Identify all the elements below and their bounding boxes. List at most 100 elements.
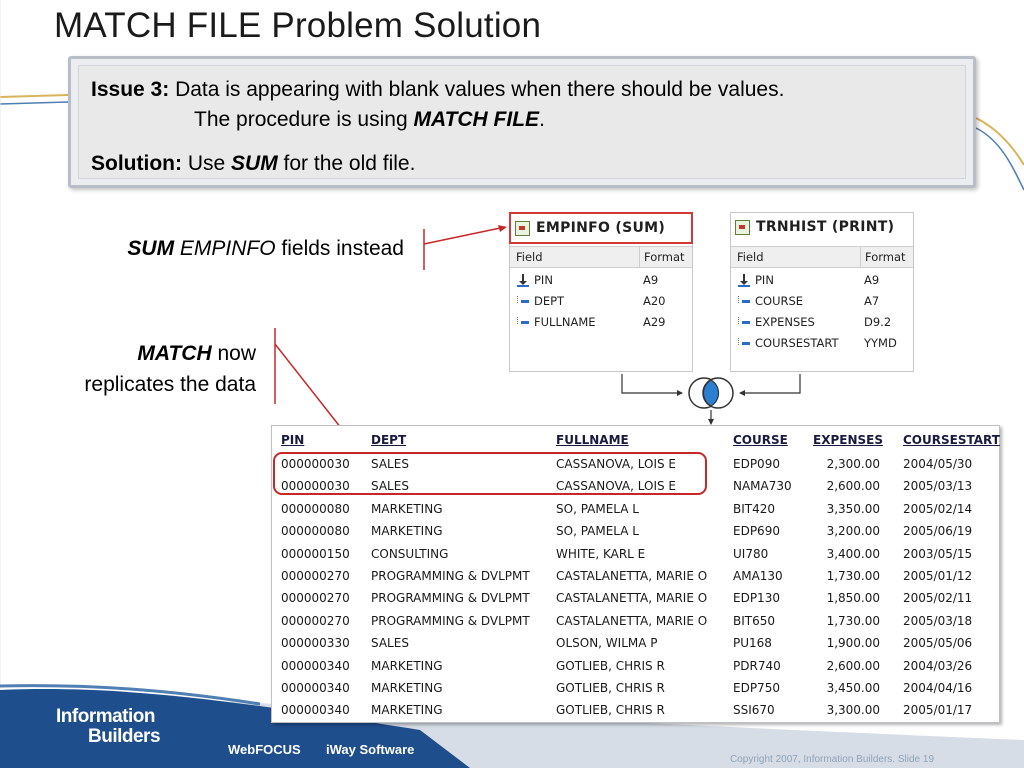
table-row: 000000080 MARKETING SO, PAMELA L BIT420 3,35… xyxy=(272,498,999,520)
field-row[interactable]: FULLNAME A29 xyxy=(510,312,692,333)
solution-line: Solution: Use SUM for the old file. xyxy=(91,152,415,176)
highlight-duplicate-rows xyxy=(273,452,707,495)
fullname-cell: CASTALANETTA, MARIE O xyxy=(556,613,708,628)
table-row: 000000270 PROGRAMMING & DVLPMT CASTALANETT… xyxy=(272,610,999,632)
issue-callout-inner: Issue 3: Data is appearing with blank va… xyxy=(78,65,966,179)
dept-cell: CONSULTING xyxy=(371,546,449,561)
field-icon xyxy=(517,316,531,328)
field-row[interactable]: EXPENSES D9.2 xyxy=(731,312,913,333)
fullname-cell: CASTALANETTA, MARIE O xyxy=(556,569,708,583)
fullname-cell: SO, PAMELA L xyxy=(556,501,639,516)
annotation-sum-empinfo: SUM EMPINFO fields instead xyxy=(127,237,404,261)
field-row[interactable]: DEPT A20 xyxy=(510,291,692,312)
product-webfocus: WebFOCUS xyxy=(228,742,301,757)
expenses-cell: 3,400.00 xyxy=(826,546,880,561)
dept-cell: PROGRAMMING & DVLPMT xyxy=(371,591,530,606)
copyright-text: Copyright 2007, Information Builders. Sl… xyxy=(730,754,935,765)
field-name: PIN xyxy=(755,273,774,287)
report-header-dept[interactable]: DEPT xyxy=(371,433,406,447)
field-icon xyxy=(738,295,752,307)
field-icon xyxy=(517,295,531,307)
dept-cell: MARKETING xyxy=(371,524,443,539)
course-cell: EDP130 xyxy=(733,591,780,606)
format-column-header: Format xyxy=(860,247,906,267)
key-field-icon xyxy=(738,274,752,287)
pin-cell: 000000150 xyxy=(281,546,350,561)
solution-em: SUM xyxy=(231,152,278,175)
field-format: A29 xyxy=(643,315,666,329)
annotation-sum-word: SUM xyxy=(127,237,175,260)
pin-cell: 000000080 xyxy=(281,501,350,516)
field-row[interactable]: PIN A9 xyxy=(510,270,692,291)
issue-text-2-post: . xyxy=(539,108,545,131)
report-header-row: PIN DEPT FULLNAME COURSE EXPENSES COURSE… xyxy=(272,433,1000,449)
dept-cell: MARKETING xyxy=(371,501,443,516)
course-cell: BIT650 xyxy=(733,613,776,628)
expenses-cell: 1,850.00 xyxy=(826,591,880,606)
course-cell: BIT420 xyxy=(733,501,776,516)
dept-cell: PROGRAMMING & DVLPMT xyxy=(371,613,530,628)
fullname-cell: OLSON, WILMA P xyxy=(556,636,658,651)
course-cell: EDP690 xyxy=(733,524,780,539)
report-header-coursestart[interactable]: COURSESTART xyxy=(903,433,1000,447)
field-format: YYMD xyxy=(864,336,897,350)
field-column-header: Field xyxy=(737,250,764,264)
key-field-icon xyxy=(517,274,531,287)
field-row[interactable]: PIN A9 xyxy=(731,270,913,291)
table-row: 000000270 PROGRAMMING & DVLPMT CASTALANETT… xyxy=(272,587,999,609)
pin-cell: 000000080 xyxy=(281,524,350,539)
table-row: 000000330 SALES OLSON, WILMA P PU168 1,900.0… xyxy=(272,632,999,654)
trnhist-panel: TRNHIST (PRINT) Field Format PIN A9 COUR… xyxy=(730,212,914,372)
table-icon xyxy=(735,219,750,235)
coursestart-cell: 2005/02/14 xyxy=(903,501,973,516)
coursestart-cell: 2005/03/18 xyxy=(903,613,973,628)
annotation-sum-rest: fields instead xyxy=(275,237,404,260)
issue-text-2-em: MATCH FILE xyxy=(413,108,540,131)
table-icon xyxy=(515,220,530,236)
report-header-pin[interactable]: PIN xyxy=(281,433,304,447)
empinfo-column-header: Field Format xyxy=(510,246,692,268)
report-header-expenses[interactable]: EXPENSES xyxy=(813,433,883,447)
trnhist-panel-title: TRNHIST (PRINT) xyxy=(756,219,895,235)
course-cell: EDP090 xyxy=(733,457,780,471)
table-row: 000000270 PROGRAMMING & DVLPMT CASTALANETT… xyxy=(272,565,999,587)
field-icon xyxy=(738,316,752,328)
coursestart-cell: 2005/05/06 xyxy=(903,636,973,651)
pin-cell: 000000340 xyxy=(281,658,350,673)
annotation-match-replicates: MATCH now replicates the data xyxy=(84,338,256,400)
solution-pre: Use xyxy=(187,152,232,175)
empinfo-panel-header: EMPINFO (SUM) xyxy=(509,212,693,244)
course-cell: NAMA730 xyxy=(733,479,792,494)
expenses-cell: 2,600.00 xyxy=(826,658,880,673)
table-row: 000000080 MARKETING SO, PAMELA L EDP690 3,20… xyxy=(272,520,999,542)
issue-line-2: The procedure is using MATCH FILE. xyxy=(194,108,545,132)
field-name: DEPT xyxy=(534,294,565,308)
expenses-cell: 3,350.00 xyxy=(826,501,880,516)
brand-logo-line-1: Information xyxy=(56,706,156,727)
pin-cell: 000000270 xyxy=(281,613,350,628)
solution-label: Solution: xyxy=(91,152,182,175)
field-format: A9 xyxy=(864,273,880,287)
pin-cell: 000000270 xyxy=(281,591,350,606)
field-icon xyxy=(738,337,752,349)
expenses-cell: 2,600.00 xyxy=(826,479,880,494)
dept-cell: PROGRAMMING & DVLPMT xyxy=(371,569,530,583)
field-row[interactable]: COURSESTART YYMD xyxy=(731,333,913,354)
slide-title: MATCH FILE Problem Solution xyxy=(54,6,542,45)
course-cell: UI780 xyxy=(733,546,769,561)
field-row[interactable]: COURSE A7 xyxy=(731,291,913,312)
issue-callout-box: Issue 3: Data is appearing with blank va… xyxy=(68,56,976,188)
expenses-cell: 1,730.00 xyxy=(826,613,880,628)
coursestart-cell: 2005/01/12 xyxy=(903,569,973,583)
pin-cell: 000000330 xyxy=(281,636,350,651)
fullname-cell: SO, PAMELA L xyxy=(556,524,639,539)
course-cell: PU168 xyxy=(733,636,772,651)
report-header-course[interactable]: COURSE xyxy=(733,433,788,447)
issue-text: Data is appearing with blank values when… xyxy=(175,78,785,101)
product-iway: iWay Software xyxy=(326,742,415,757)
field-name: FULLNAME xyxy=(534,315,596,329)
dept-cell: SALES xyxy=(371,636,409,651)
match-venn-icon xyxy=(688,377,734,409)
annotation-empinfo-word: EMPINFO xyxy=(179,237,276,260)
report-header-fullname[interactable]: FULLNAME xyxy=(556,433,629,447)
